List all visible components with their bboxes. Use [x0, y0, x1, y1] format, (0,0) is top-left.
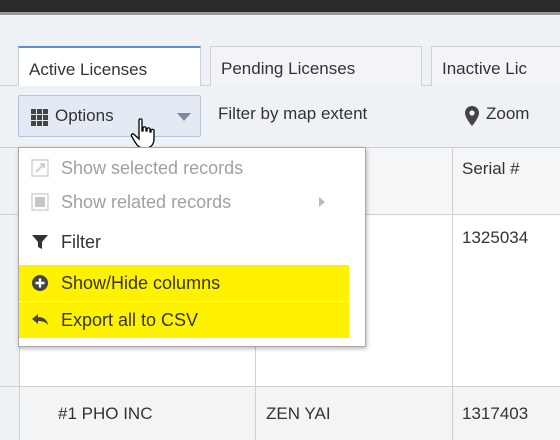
- options-button[interactable]: Options: [18, 95, 201, 149]
- zoom-button[interactable]: Zoom: [486, 104, 529, 124]
- options-label: Options: [55, 106, 114, 125]
- menu-item-label: Filter: [61, 232, 101, 252]
- chevron-down-icon: [177, 113, 191, 121]
- table-toolbar: Options Filter by map extent Zoom: [0, 86, 560, 149]
- menu-item-show-hide-columns[interactable]: Show/Hide columns: [19, 265, 349, 301]
- grid-menu-icon: [31, 109, 48, 126]
- menu-item-label: Export all to CSV: [61, 310, 199, 330]
- table-cell-serial: 1325034: [462, 228, 529, 247]
- filter-by-map-extent-button[interactable]: Filter by map extent: [218, 104, 367, 124]
- menu-item-label: Show related records: [61, 192, 232, 212]
- related-records-icon: [31, 193, 49, 211]
- chevron-right-icon: [319, 197, 325, 207]
- export-arrow-icon: [32, 314, 48, 325]
- table-cell-name: #1 PHO INC: [58, 404, 153, 423]
- options-dropdown-menu: Show selected records Show related recor…: [18, 147, 366, 347]
- tab-strip: Active Licenses Pending Licenses Inactiv…: [0, 15, 560, 93]
- tab-label: Inactive Lic: [442, 59, 528, 78]
- hand-pointer-cursor-icon: [130, 118, 155, 149]
- zoom-to-selection-icon: [31, 159, 49, 177]
- table-cell-owner: ZEN YAI: [266, 404, 331, 423]
- menu-item-show-related-records[interactable]: Show related records: [19, 184, 365, 220]
- menu-item-show-selected-records[interactable]: Show selected records: [19, 150, 365, 186]
- tab-label: Pending Licenses: [221, 59, 356, 78]
- row-selector-column[interactable]: [0, 148, 20, 440]
- table-cell-serial: 1317403: [462, 404, 529, 423]
- window-title-bar: [0, 0, 560, 12]
- menu-item-label: Show selected records: [61, 158, 244, 178]
- location-pin-icon: [465, 106, 479, 126]
- row-divider: [0, 386, 560, 387]
- column-divider: [452, 148, 453, 440]
- filter-icon: [32, 235, 48, 249]
- column-header-serial[interactable]: Serial #: [462, 159, 520, 179]
- menu-item-export-all-to-csv[interactable]: Export all to CSV: [19, 302, 349, 338]
- menu-item-filter[interactable]: Filter: [19, 224, 365, 260]
- tab-label: Active Licenses: [29, 60, 148, 79]
- menu-item-label: Show/Hide columns: [61, 273, 221, 293]
- add-circle-icon: [32, 275, 48, 291]
